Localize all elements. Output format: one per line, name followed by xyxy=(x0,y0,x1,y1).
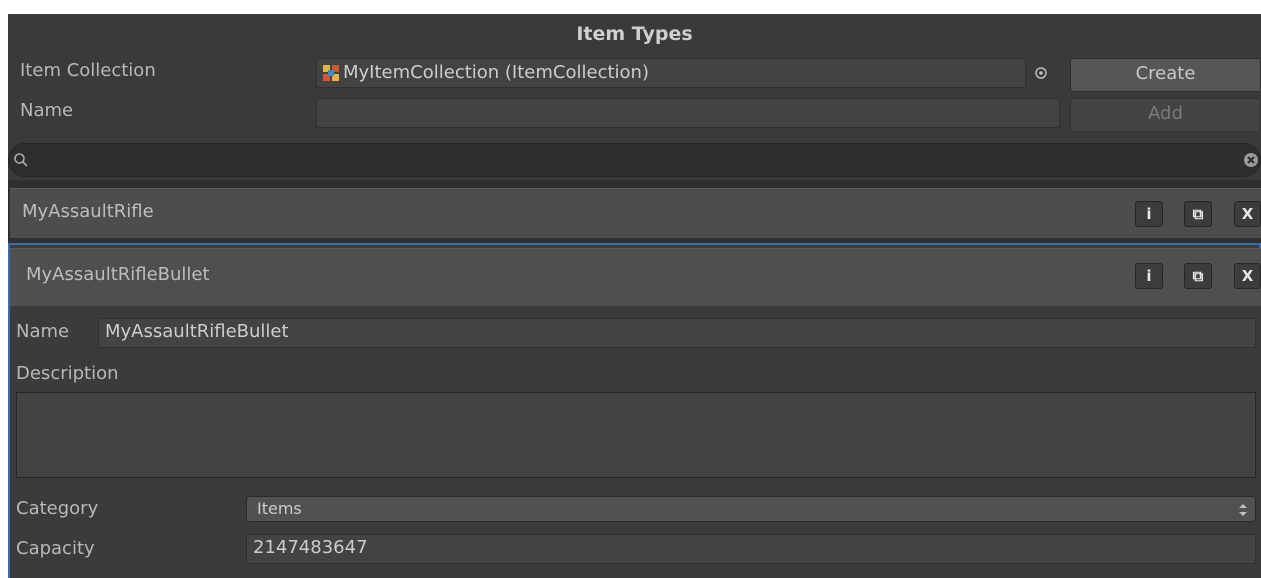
window-title: Item Types xyxy=(8,14,1261,56)
capacity-label: Capacity xyxy=(16,538,95,559)
category-value: Items xyxy=(257,499,302,518)
item-collection-value: MyItemCollection (ItemCollection) xyxy=(343,62,649,83)
search-field[interactable] xyxy=(8,143,1261,177)
remove-button[interactable]: X xyxy=(1234,201,1261,227)
name-label: Name xyxy=(20,100,74,121)
duplicate-button[interactable]: ⧉ xyxy=(1184,263,1212,289)
detail-name-label: Name xyxy=(16,321,70,342)
item-collection-field[interactable]: MyItemCollection (ItemCollection) xyxy=(316,58,1026,88)
category-dropdown[interactable]: Items xyxy=(246,496,1256,522)
item-name: MyAssaultRifleBullet xyxy=(26,264,210,285)
capacity-input[interactable]: 2147483647 xyxy=(246,534,1256,564)
list-item[interactable]: MyAssaultRifleBullet i ⧉ X xyxy=(10,248,1261,306)
info-button[interactable]: i xyxy=(1135,263,1163,289)
info-icon: i xyxy=(1146,267,1152,285)
item-collection-label: Item Collection xyxy=(20,60,156,81)
create-button[interactable]: Create xyxy=(1070,58,1261,92)
add-button[interactable]: Add xyxy=(1070,98,1261,132)
clear-search-icon[interactable] xyxy=(1243,152,1259,168)
info-icon: i xyxy=(1146,205,1152,223)
item-details: Name MyAssaultRifleBullet Description Ca… xyxy=(10,306,1261,578)
description-label: Description xyxy=(16,363,119,384)
object-picker-icon[interactable] xyxy=(1034,66,1048,80)
dropdown-arrows-icon xyxy=(1239,504,1247,516)
item-collection-asset-icon xyxy=(323,65,339,81)
duplicate-icon: ⧉ xyxy=(1192,267,1204,285)
detail-name-input[interactable]: MyAssaultRifleBullet xyxy=(98,318,1256,348)
description-textarea[interactable] xyxy=(16,392,1256,478)
item-name: MyAssaultRifle xyxy=(22,201,154,222)
search-icon xyxy=(14,153,28,167)
remove-button[interactable]: X xyxy=(1234,263,1261,289)
item-types-editor: Item Types Item Collection MyItemCollect… xyxy=(0,0,1261,578)
category-label: Category xyxy=(16,498,99,519)
duplicate-icon: ⧉ xyxy=(1192,205,1204,223)
info-button[interactable]: i xyxy=(1135,201,1163,227)
list-item[interactable]: MyAssaultRifle i ⧉ X xyxy=(10,188,1261,238)
name-input[interactable] xyxy=(316,98,1060,128)
remove-icon: X xyxy=(1241,205,1254,223)
remove-icon: X xyxy=(1241,267,1254,285)
duplicate-button[interactable]: ⧉ xyxy=(1184,201,1212,227)
